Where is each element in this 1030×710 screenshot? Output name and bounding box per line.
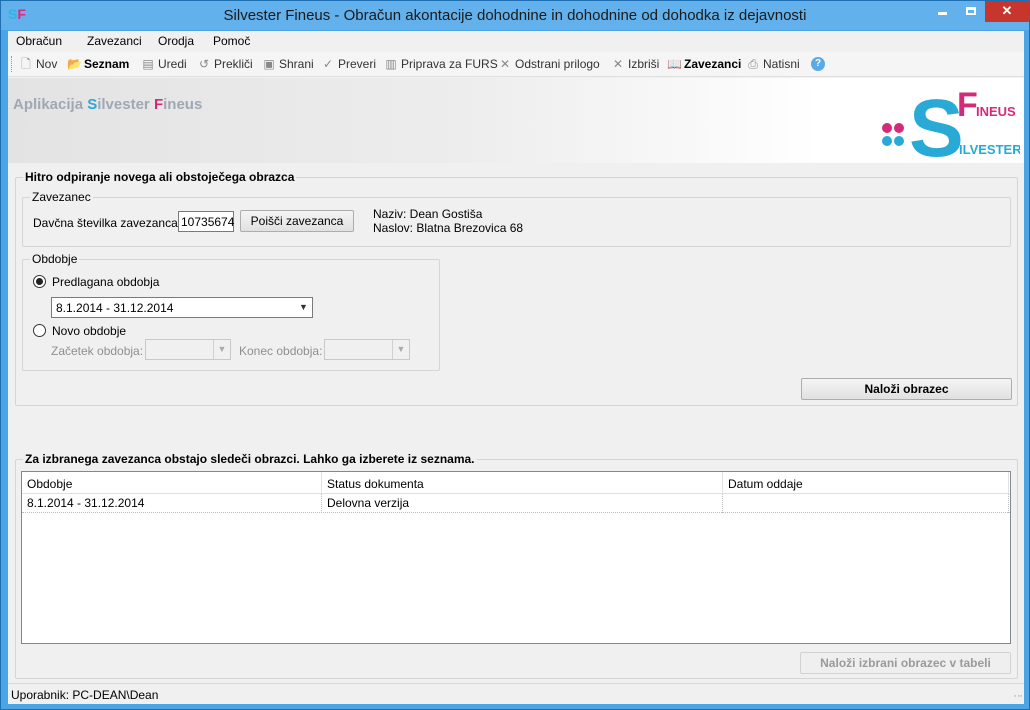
remove-icon: ✕ bbox=[499, 57, 511, 71]
toolbar-remove-attachment-button[interactable]: ✕ Odstrani prilogo bbox=[498, 57, 600, 71]
load-form-button[interactable]: Naloži obrazec bbox=[801, 378, 1012, 400]
save-icon: ▣ bbox=[263, 57, 275, 71]
svg-text:ILVESTER: ILVESTER bbox=[959, 142, 1020, 157]
table-header: Obdobje Status dokumenta Datum oddaje bbox=[22, 472, 1010, 494]
toolbar-help-button[interactable]: ? bbox=[811, 57, 825, 71]
chevron-down-icon: ▼ bbox=[213, 340, 230, 359]
column-header-period[interactable]: Obdobje bbox=[22, 472, 322, 494]
column-header-submission-date[interactable]: Datum oddaje bbox=[723, 472, 1009, 494]
title-bar[interactable]: SF Silvester Fineus - Obračun akontacije… bbox=[1, 1, 1029, 30]
taxpayer-address: Naslov: Blatna Brezovica 68 bbox=[373, 221, 524, 235]
forms-table[interactable]: Obdobje Status dokumenta Datum oddaje 8.… bbox=[21, 471, 1011, 644]
help-icon: ? bbox=[811, 57, 825, 71]
toolbar-delete-button[interactable]: ✕ Izbriši bbox=[611, 57, 659, 71]
print-icon: ⎙ bbox=[748, 57, 758, 71]
svg-text:S: S bbox=[909, 84, 964, 160]
toolbar-check-label: Preveri bbox=[338, 57, 377, 71]
period-group-title: Obdobje bbox=[30, 252, 80, 266]
minimize-icon bbox=[938, 12, 947, 15]
toolbar-save-button[interactable]: ▣ Shrani bbox=[262, 57, 314, 71]
row-status-cell[interactable]: Delovna verzija bbox=[322, 494, 723, 513]
tax-number-input[interactable]: 10735674 bbox=[178, 211, 234, 232]
spellcheck-icon: ✓ bbox=[322, 57, 334, 71]
close-button[interactable]: ✕ bbox=[985, 1, 1029, 22]
prepare-icon: ▥ bbox=[385, 57, 397, 71]
toolbar-prepare-furs-label: Priprava za FURS bbox=[401, 57, 498, 71]
chevron-down-icon: ▼ bbox=[392, 340, 409, 359]
menu-obracun[interactable]: Obračun bbox=[16, 34, 62, 48]
toolbar-taxpayers-button[interactable]: 📖 Zavezanci bbox=[667, 57, 741, 71]
table-row[interactable]: 8.1.2014 - 31.12.2014 Delovna verzija bbox=[22, 494, 1010, 513]
toolbar-list-button[interactable]: 📂 Seznam bbox=[67, 57, 129, 71]
toolbar-check-button[interactable]: ✓ Preveri bbox=[321, 57, 376, 71]
undo-icon: ↺ bbox=[198, 57, 210, 71]
close-icon: ✕ bbox=[1001, 3, 1013, 18]
status-user: Uporabnik: PC-DEAN\Dean bbox=[11, 688, 159, 702]
edit-icon: ▤ bbox=[142, 57, 154, 71]
row-submission-date-cell[interactable] bbox=[723, 494, 1009, 513]
new-document-icon: 🗋 bbox=[21, 57, 31, 71]
maximize-button[interactable] bbox=[957, 1, 984, 22]
application-window: SF Silvester Fineus - Obračun akontacije… bbox=[0, 0, 1030, 710]
new-period-label[interactable]: Novo obdobje bbox=[52, 324, 126, 338]
maximize-icon bbox=[965, 7, 976, 15]
toolbar-edit-label: Uredi bbox=[158, 57, 187, 71]
toolbar-cancel-button[interactable]: ↺ Prekliči bbox=[197, 57, 253, 71]
resize-grip-icon[interactable]: ⠠⠤ bbox=[1011, 691, 1023, 702]
menu-bar: Obračun Zavezanci Orodja Pomoč bbox=[8, 31, 1024, 51]
toolbar-print-button[interactable]: ⎙ Natisni bbox=[746, 57, 800, 71]
column-header-status[interactable]: Status dokumenta bbox=[322, 472, 723, 494]
minimize-button[interactable] bbox=[929, 1, 956, 22]
period-start-select[interactable]: ▼ bbox=[145, 339, 231, 360]
row-period-cell[interactable]: 8.1.2014 - 31.12.2014 bbox=[22, 494, 322, 513]
taxpayer-group: Zavezanec Davčna številka zavezanca: 107… bbox=[22, 190, 1011, 247]
toolbar-delete-label: Izbriši bbox=[628, 57, 660, 71]
silvester-fineus-logo: S F INEUS ILVESTER bbox=[882, 84, 1020, 160]
toolbar-print-label: Natisni bbox=[763, 57, 800, 71]
toolbar-edit-button[interactable]: ▤ Uredi bbox=[141, 57, 187, 71]
period-end-label: Konec obdobja: bbox=[239, 344, 323, 358]
period-start-label: Začetek obdobja: bbox=[51, 344, 144, 358]
window-title: Silvester Fineus - Obračun akontacije do… bbox=[223, 7, 807, 24]
toolbar-remove-attachment-label: Odstrani prilogo bbox=[515, 57, 600, 71]
taxpayer-name: Naziv: Dean Gostiša bbox=[373, 207, 483, 221]
banner: Aplikacija Silvester Fineus S F INEUS IL… bbox=[8, 78, 1024, 163]
toolbar-list-label: Seznam bbox=[84, 57, 130, 71]
delete-icon: ✕ bbox=[612, 57, 624, 71]
tax-number-label: Davčna številka zavezanca: bbox=[33, 216, 182, 230]
toolbar: 🗋 Nov 📂 Seznam ▤ Uredi ↺ Prekliči ▣ Shrani ✓ P… bbox=[8, 52, 1024, 77]
load-selected-form-button[interactable]: Naloži izbrani obrazec v tabeli bbox=[800, 652, 1011, 674]
period-group: Obdobje Predlagana obdobja 8.1.2014 - 31… bbox=[22, 252, 440, 371]
address-book-icon: 📖 bbox=[667, 57, 682, 71]
chevron-down-icon: ▼ bbox=[299, 302, 308, 312]
search-taxpayer-button[interactable]: Poišči zavezanca bbox=[240, 210, 354, 232]
toolbar-prepare-furs-button[interactable]: ▥ Priprava za FURS bbox=[384, 57, 498, 71]
new-period-radio[interactable] bbox=[33, 324, 46, 337]
folder-icon: 📂 bbox=[67, 57, 82, 71]
menu-orodja[interactable]: Orodja bbox=[158, 34, 194, 48]
toolbar-grip[interactable] bbox=[11, 56, 14, 72]
svg-text:F: F bbox=[957, 86, 978, 124]
suggested-periods-radio[interactable] bbox=[33, 275, 46, 288]
existing-forms-title: Za izbranega zavezanca obstajo sledeči o… bbox=[23, 452, 477, 466]
taxpayer-group-title: Zavezanec bbox=[30, 190, 93, 204]
period-end-select[interactable]: ▼ bbox=[324, 339, 410, 360]
quick-open-group: Hitro odpiranje novega ali obstoječega o… bbox=[15, 170, 1018, 406]
toolbar-cancel-label: Prekliči bbox=[214, 57, 253, 71]
suggested-period-select[interactable]: 8.1.2014 - 31.12.2014 ▼ bbox=[51, 297, 313, 318]
quick-open-title: Hitro odpiranje novega ali obstoječega o… bbox=[23, 170, 297, 184]
suggested-periods-label[interactable]: Predlagana obdobja bbox=[52, 275, 159, 289]
suggested-period-value: 8.1.2014 - 31.12.2014 bbox=[56, 301, 174, 315]
menu-pomoc[interactable]: Pomoč bbox=[213, 34, 250, 48]
banner-title: Aplikacija Silvester Fineus bbox=[13, 96, 203, 113]
status-bar: Uporabnik: PC-DEAN\Dean ⠠⠤ bbox=[8, 683, 1024, 704]
svg-text:INEUS: INEUS bbox=[976, 104, 1016, 119]
client-area: Obračun Zavezanci Orodja Pomoč 🗋 Nov 📂 Sez… bbox=[8, 31, 1024, 704]
toolbar-save-label: Shrani bbox=[279, 57, 314, 71]
toolbar-new-button[interactable]: 🗋 Nov bbox=[19, 57, 57, 71]
menu-zavezanci[interactable]: Zavezanci bbox=[87, 34, 142, 48]
toolbar-taxpayers-label: Zavezanci bbox=[684, 57, 742, 71]
toolbar-new-label: Nov bbox=[36, 57, 58, 71]
